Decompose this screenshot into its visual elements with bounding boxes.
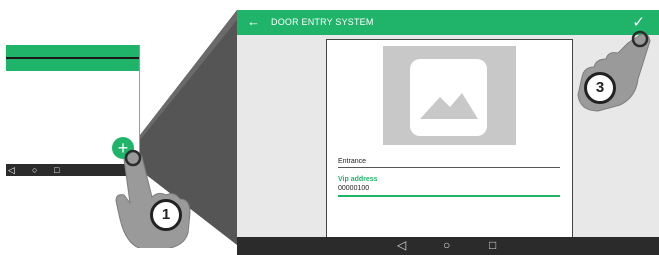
left-toolbar-lower <box>6 59 140 71</box>
nav-bar: ◁ ○ □ <box>237 237 659 255</box>
nav-home-icon[interactable]: ○ <box>443 238 450 252</box>
vip-address-label: Vip address <box>338 176 378 183</box>
form-card: Entrance Vip address 00000100 <box>326 39 573 240</box>
entrance-underline <box>338 167 560 168</box>
step-3-marker: 3 <box>584 72 616 104</box>
page-title: DOOR ENTRY SYSTEM <box>271 17 374 27</box>
image-icon <box>410 59 487 136</box>
nav-recent-icon[interactable]: □ <box>489 238 496 252</box>
left-recent-icon[interactable]: □ <box>54 164 59 176</box>
step-1-marker: 1 <box>150 199 182 231</box>
pointing-hand-icon <box>577 30 651 112</box>
left-back-icon[interactable]: ◁ <box>8 164 15 176</box>
vip-address-field[interactable]: 00000100 <box>338 185 369 192</box>
back-arrow-icon[interactable]: ← <box>247 14 260 29</box>
vip-address-underline <box>338 195 560 197</box>
photo-placeholder[interactable] <box>383 46 516 145</box>
nav-back-icon[interactable]: ◁ <box>397 238 406 252</box>
left-home-icon[interactable]: ○ <box>32 164 37 176</box>
entrance-field[interactable]: Entrance <box>338 158 366 165</box>
left-toolbar <box>6 45 140 57</box>
pointing-hand-icon <box>115 149 191 248</box>
